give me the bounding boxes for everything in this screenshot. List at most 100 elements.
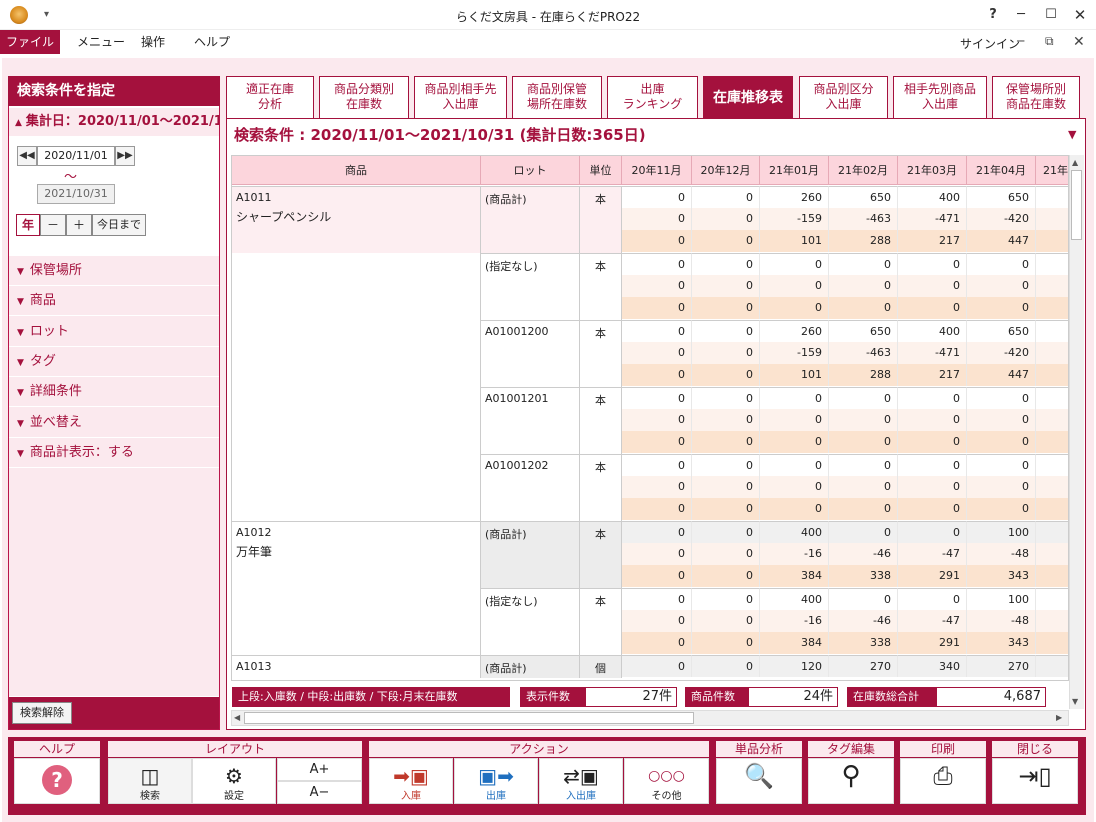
analysis-button[interactable]: 🔍 [716,758,802,804]
value-cell: 0 [760,387,829,409]
search-option-item[interactable]: ▼ 商品計表示：する [9,438,219,468]
tab-report[interactable]: 商品分類別 在庫数 [319,76,409,118]
search-option-item[interactable]: ▼ 詳細条件 [9,377,219,408]
settings-layout-button[interactable]: ⚙ 設定 [192,758,276,804]
value-cell: 0 [622,320,692,342]
signin-link[interactable]: サインイン [960,35,1020,52]
display-count-value: 27件 [585,687,677,707]
close-app-button[interactable]: ⇥▯ [992,758,1078,804]
doc-restore-icon[interactable]: ⧉ [1045,34,1054,49]
tab-report[interactable]: 商品別相手先 入出庫 [414,76,507,118]
stock-in-button[interactable]: ➡▣ 入庫 [369,758,453,804]
value-cell: -420 [967,208,1036,230]
stock-transition-grid[interactable]: 商品 ロット 単位 20年11月 20年12月 21年01月 21年02月 21年03月 21年… [231,155,1069,681]
window-title: らくだ文房具 - 在庫らくだPRO22 [455,10,641,24]
doc-minimize-icon[interactable]: ─ [1017,34,1024,48]
stock-inout-button[interactable]: ⇄▣ 入出庫 [539,758,623,804]
product-code: A1011 [236,191,272,204]
scroll-right-icon[interactable]: ▶ [1056,713,1062,722]
grid-header-cell[interactable]: 単位 [580,156,622,185]
prev-date-button[interactable]: ◀◀ [17,146,37,166]
close-icon[interactable]: ✕ [1069,4,1091,26]
display-count-label: 表示件数 [520,687,586,707]
value-cell: 0 [622,498,692,520]
grid-header-cell[interactable]: 21年01月 [760,156,829,185]
value-cell: 0 [898,431,967,453]
maximize-icon[interactable]: ☐ [1040,4,1062,26]
print-button[interactable]: ⎙ [900,758,986,804]
product-cell [232,320,481,387]
tab-report[interactable]: 出庫 ランキング [607,76,698,118]
grid-header-cell[interactable]: 21年02月 [829,156,898,185]
next-date-button[interactable]: ▶▶ [115,146,135,166]
clear-search-button[interactable]: 検索解除 [12,702,72,724]
tab-report[interactable]: 商品別保管 場所在庫数 [512,76,602,118]
tab-label-line2: 入出庫 [825,97,862,111]
grid-header-cell[interactable]: ロット [481,156,580,185]
grid-header-cell[interactable]: 20年12月 [692,156,760,185]
scroll-up-icon[interactable]: ▲ [1072,158,1078,167]
value-cell: 343 [967,565,1036,587]
tag-edit-button[interactable]: ⚲ [808,758,894,804]
value-cell: 0 [967,409,1036,431]
doc-close-icon[interactable]: ✕ [1073,34,1085,50]
tab-report[interactable]: 保管場所別 商品在庫数 [992,76,1080,118]
minus-button[interactable]: － [40,214,66,236]
until-today-button[interactable]: 今日まで [92,214,146,236]
grid-header-cell[interactable]: 21年 [1036,156,1068,185]
grid-header-cell[interactable]: 21年03月 [898,156,967,185]
value-cell: 0 [622,387,692,409]
date-from-input[interactable]: 2020/11/01 [37,146,115,166]
vertical-scroll-thumb[interactable] [1071,170,1082,240]
help-button[interactable]: ? [982,4,1004,26]
menu-file[interactable]: ファイル [0,30,60,54]
search-option-item[interactable]: ▼ ロット [9,317,219,347]
value-cell: 270 [967,655,1036,677]
value-cell: 650 [967,186,1036,208]
value-cell: 0 [622,342,692,364]
scroll-left-icon[interactable]: ◀ [234,713,240,722]
tab-label-line2: ランキング [622,97,683,111]
help-tool-button[interactable]: ? [14,758,100,804]
search-option-item[interactable]: ▼ 並べ替え [9,408,219,438]
tab-report[interactable]: 在庫推移表 [703,76,793,118]
search-option-item[interactable]: ▼ 商品 [9,286,219,317]
stock-out-button[interactable]: ▣➡ 出庫 [454,758,538,804]
font-increase-button[interactable]: A+ [277,758,362,781]
value-cell: 0 [692,342,760,364]
horizontal-scroll-thumb[interactable] [244,712,694,724]
menu-help[interactable]: ヘルプ [194,30,230,54]
font-decrease-button[interactable]: A− [277,781,362,804]
criteria-expand-icon[interactable]: ▼ [1068,128,1076,141]
tab-report[interactable]: 相手先別商品 入出庫 [893,76,987,118]
search-option-item[interactable]: ▼ タグ [9,347,219,377]
grid-header-cell[interactable]: 商品 [232,156,481,185]
search-option-item[interactable]: ▼ 保管場所 [9,256,219,286]
tab-label-line2: 入出庫 [921,97,958,111]
grid-header-cell[interactable]: 21年04月 [967,156,1036,185]
value-cell: 0 [692,320,760,342]
grid-header-cell[interactable]: 20年11月 [622,156,692,185]
minimize-icon[interactable]: ─ [1010,4,1032,26]
date-range-header[interactable]: ▲集計日：2020/11/01～2021/10/31 [9,108,219,136]
menu-menu[interactable]: メニュー [77,30,125,54]
value-cell: 0 [692,230,760,252]
menu-operation[interactable]: 操作 [141,30,165,54]
value-cell: 217 [898,364,967,386]
value-cell: 0 [898,297,967,319]
value-cell: 0 [622,431,692,453]
value-cell-partial [1036,655,1068,677]
year-button[interactable]: 年 [16,214,40,236]
tab-report[interactable]: 適正在庫 分析 [226,76,314,118]
tab-report[interactable]: 商品別区分 入出庫 [799,76,888,118]
plus-button[interactable]: ＋ [66,214,92,236]
search-layout-button[interactable]: ◫ 検索 [108,758,192,804]
value-cell: 0 [898,275,967,297]
value-cell: 0 [622,275,692,297]
date-to-input[interactable]: 2021/10/31 [37,184,115,204]
other-action-button[interactable]: ○○○ その他 [624,758,709,804]
scroll-down-icon[interactable]: ▼ [1072,697,1078,706]
value-cell: 0 [829,253,898,275]
value-cell: 100 [967,521,1036,543]
product-cell: A1012 万年筆 [232,521,481,588]
